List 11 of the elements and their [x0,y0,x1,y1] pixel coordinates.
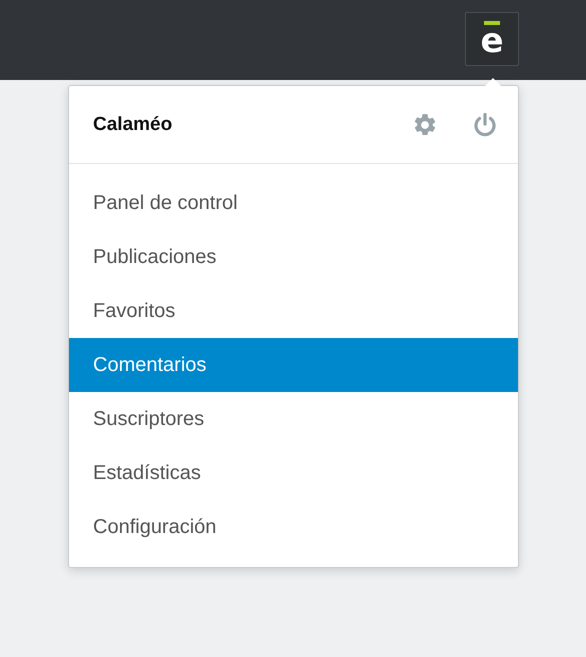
menu-item[interactable]: Publicaciones [69,230,518,284]
logo-button[interactable]: e [465,12,519,66]
settings-icon[interactable] [412,112,438,138]
menu-item[interactable]: Suscriptores [69,392,518,446]
menu-item[interactable]: Estadísticas [69,446,518,500]
menu-item[interactable]: Comentarios [69,338,518,392]
menu-item[interactable]: Configuración [69,500,518,554]
menu-title: Calaméo [93,114,174,136]
menu-item[interactable]: Favoritos [69,284,518,338]
power-icon[interactable] [472,112,498,138]
menu-item[interactable]: Panel de control [69,176,518,230]
